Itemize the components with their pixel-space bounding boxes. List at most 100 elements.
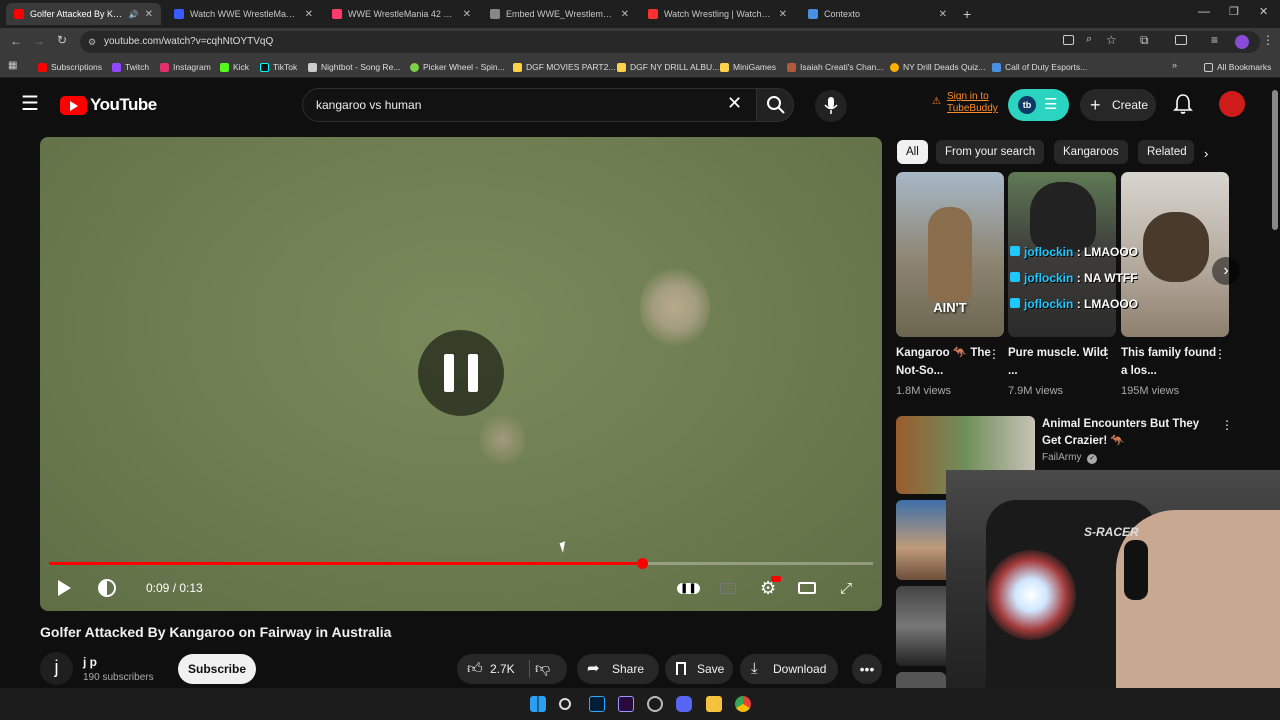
download-button[interactable]: ⤓ Download bbox=[740, 654, 838, 684]
subscribe-button[interactable]: Subscribe bbox=[178, 654, 256, 684]
install-icon[interactable] bbox=[1063, 35, 1074, 45]
chip-from-your-search[interactable]: From your search bbox=[936, 140, 1045, 164]
profile-avatar[interactable] bbox=[1235, 35, 1249, 49]
forward-icon[interactable]: → bbox=[33, 34, 45, 48]
restore-button[interactable]: ❐ bbox=[1229, 5, 1239, 18]
short-title-1[interactable]: Kangaroo 🦘 The Not-So... bbox=[896, 344, 996, 380]
video-player[interactable]: 0:09 / 0:13 ❚❚ CC ⚙ ⤢ bbox=[40, 137, 882, 611]
settings-button[interactable]: ⚙ bbox=[760, 576, 781, 599]
file-explorer-icon[interactable] bbox=[706, 696, 722, 712]
reload-icon[interactable]: ↻ bbox=[57, 33, 67, 47]
zoom-icon[interactable]: ⌕ bbox=[1086, 33, 1092, 46]
scrubber-handle[interactable] bbox=[637, 558, 649, 569]
shorts-next-button[interactable]: › bbox=[1212, 257, 1240, 285]
like-button[interactable]: 👍︎ 2.7K bbox=[457, 654, 527, 684]
share-button[interactable]: ➦ Share bbox=[577, 654, 659, 684]
bookmark-star-icon[interactable]: ☆ bbox=[1106, 33, 1117, 47]
user-avatar[interactable] bbox=[1219, 91, 1245, 117]
video-thumbnail-2[interactable] bbox=[896, 500, 946, 580]
progress-bar[interactable] bbox=[49, 558, 873, 569]
search-input[interactable]: kangaroo vs human bbox=[302, 88, 757, 122]
tubebuddy-button[interactable]: tb ☰ bbox=[1008, 89, 1069, 121]
tab-3[interactable]: Embed WWE_Wrestlemania_20 ✕ bbox=[482, 3, 637, 25]
bookmark-dgf-ny-drill[interactable]: DGF NY DRILL ALBU... bbox=[617, 60, 719, 74]
fullscreen-button[interactable]: ⤢ bbox=[840, 577, 852, 599]
theater-mode-button[interactable] bbox=[798, 577, 816, 599]
video-menu-icon[interactable]: ⋮ bbox=[1221, 419, 1233, 431]
media-controls-icon[interactable]: ≡ bbox=[1211, 33, 1218, 47]
close-icon[interactable]: ✕ bbox=[145, 9, 153, 20]
bookmark-twitch[interactable]: Twitch bbox=[112, 60, 149, 74]
bookmark-isaiah[interactable]: Isaiah Creati's Chan... bbox=[787, 60, 883, 74]
chevron-right-icon[interactable]: » bbox=[1172, 60, 1177, 70]
tubebuddy-signin-link[interactable]: ⚠ Sign in to TubeBuddy bbox=[930, 91, 1000, 115]
bookmark-instagram[interactable]: Instagram bbox=[160, 60, 211, 74]
page-scrollbar[interactable] bbox=[1272, 90, 1278, 230]
voice-search-button[interactable] bbox=[815, 90, 847, 122]
video-thumbnail-3[interactable] bbox=[896, 586, 946, 666]
chip-all[interactable]: All bbox=[897, 140, 928, 164]
chip-kangaroos[interactable]: Kangaroos bbox=[1054, 140, 1128, 164]
autoplay-toggle[interactable]: ❚❚ bbox=[677, 577, 700, 599]
tab-2[interactable]: WWE WrestleMania 42 Day 1 2 ✕ bbox=[324, 3, 479, 25]
tab-5[interactable]: Contexto ✕ bbox=[800, 3, 955, 25]
apps-icon[interactable]: ▦ bbox=[8, 60, 17, 71]
close-icon[interactable]: ✕ bbox=[779, 9, 787, 20]
bookmark-nightbot[interactable]: Nightbot - Song Re... bbox=[308, 60, 400, 74]
tab-1[interactable]: Watch WWE WrestleMania 42 ✕ bbox=[166, 3, 321, 25]
short-menu-icon[interactable]: ⋮ bbox=[1214, 348, 1226, 360]
site-info-icon[interactable]: ⚙ bbox=[88, 31, 96, 53]
bookmark-ny-drill-quiz[interactable]: NY Drill Deads Quiz... bbox=[890, 60, 986, 74]
chevron-right-icon[interactable]: › bbox=[1204, 146, 1208, 161]
minimize-button[interactable]: — bbox=[1198, 4, 1210, 18]
premiere-icon[interactable] bbox=[618, 696, 634, 712]
chip-related[interactable]: Related bbox=[1138, 140, 1194, 164]
notifications-bell-icon[interactable] bbox=[1173, 93, 1193, 120]
extensions-icon[interactable]: ⧉ bbox=[1140, 33, 1149, 48]
video-channel-1[interactable]: FailArmy ✓ bbox=[1042, 452, 1098, 464]
short-title-2[interactable]: Pure muscle. Wild ... bbox=[1008, 344, 1108, 380]
close-icon[interactable]: ✕ bbox=[305, 9, 313, 20]
discord-icon[interactable] bbox=[676, 696, 692, 712]
video-thumbnail-4[interactable] bbox=[896, 672, 946, 688]
subtitles-button[interactable]: CC bbox=[720, 577, 737, 599]
close-icon[interactable]: ✕ bbox=[939, 9, 947, 20]
channel-name[interactable]: j p bbox=[83, 655, 97, 669]
video-title-1[interactable]: Animal Encounters But They Get Crazier! … bbox=[1042, 416, 1212, 450]
search-button[interactable] bbox=[756, 88, 794, 122]
chatgpt-icon[interactable] bbox=[647, 696, 663, 712]
close-icon[interactable]: ✕ bbox=[463, 9, 471, 20]
youtube-logo[interactable]: YouTube bbox=[60, 95, 157, 115]
more-actions-button[interactable]: ••• bbox=[852, 654, 882, 684]
short-thumbnail-1[interactable]: AIN'T bbox=[896, 172, 1004, 337]
short-title-3[interactable]: This family found a los... bbox=[1121, 344, 1221, 380]
bookmark-minigames[interactable]: MiniGames bbox=[720, 60, 776, 74]
windows-start-icon[interactable] bbox=[530, 696, 546, 712]
volume-button[interactable] bbox=[98, 577, 116, 599]
close-icon[interactable]: ✕ bbox=[621, 9, 629, 20]
side-panel-icon[interactable] bbox=[1175, 35, 1187, 45]
search-icon[interactable] bbox=[559, 698, 571, 710]
tab-4[interactable]: Watch Wrestling | Watch WWE ✕ bbox=[640, 3, 795, 25]
chrome-icon[interactable] bbox=[735, 696, 751, 712]
create-button[interactable]: + Create bbox=[1080, 89, 1156, 121]
clear-search-icon[interactable]: ✕ bbox=[727, 93, 742, 114]
more-menu-icon[interactable]: ⋮ bbox=[1262, 33, 1274, 47]
save-button[interactable]: Save bbox=[665, 654, 733, 684]
channel-avatar[interactable]: j bbox=[40, 652, 73, 685]
photoshop-icon[interactable] bbox=[589, 696, 605, 712]
pause-overlay-icon[interactable] bbox=[418, 330, 504, 416]
short-menu-icon[interactable]: ⋮ bbox=[1101, 348, 1113, 360]
dislike-button[interactable]: 👎︎ bbox=[535, 654, 550, 684]
bookmark-tiktok[interactable]: TikTok bbox=[260, 60, 297, 74]
bookmark-subscriptions[interactable]: Subscriptions bbox=[38, 60, 102, 74]
close-window-button[interactable]: ✕ bbox=[1259, 5, 1268, 18]
bookmark-kick[interactable]: Kick bbox=[220, 60, 249, 74]
bookmark-cod-esports[interactable]: Call of Duty Esports... bbox=[992, 60, 1087, 74]
url-input[interactable]: ⚙ youtube.com/watch?v=cqhNtOYTVqQ bbox=[80, 31, 1260, 53]
hamburger-menu-icon[interactable]: ☰ bbox=[21, 94, 39, 114]
all-bookmarks[interactable]: All Bookmarks bbox=[1204, 60, 1271, 74]
bookmark-picker-wheel[interactable]: Picker Wheel - Spin... bbox=[410, 60, 505, 74]
play-button[interactable] bbox=[58, 577, 71, 599]
tab-0[interactable]: Golfer Attacked By Kangaroo 🔊 ✕ bbox=[6, 3, 161, 25]
